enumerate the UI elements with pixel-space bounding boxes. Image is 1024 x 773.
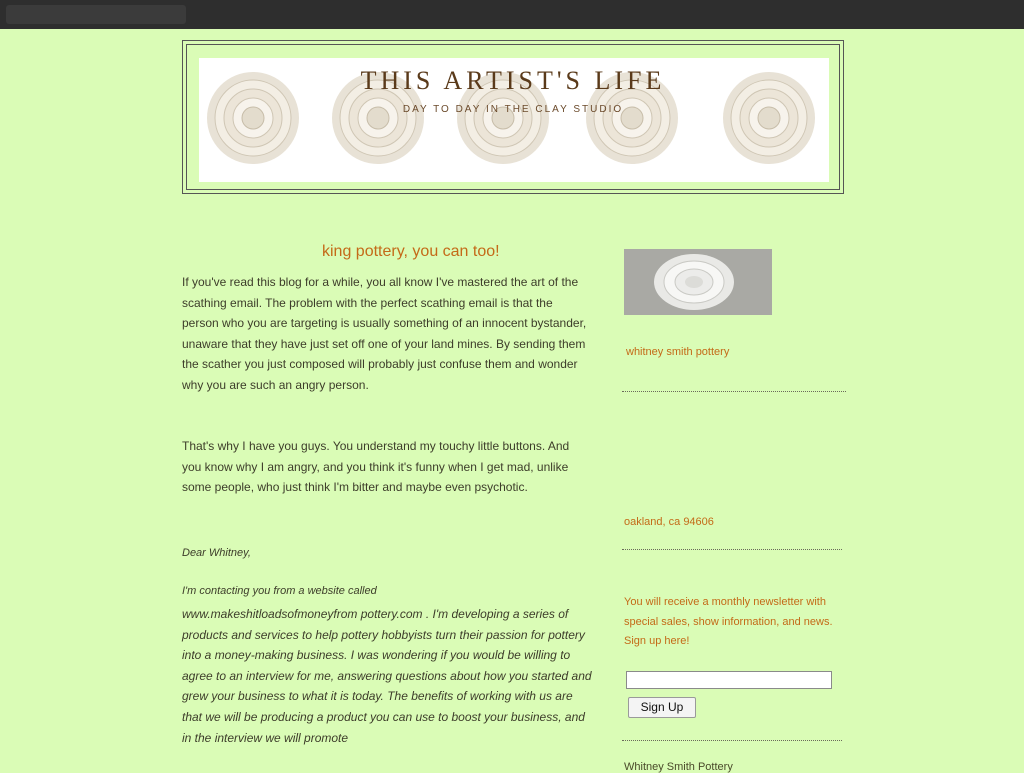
sidebar-address[interactable]: oakland, ca 94606 (624, 516, 714, 528)
signup-button[interactable]: Sign Up (628, 697, 696, 718)
toolbar-button-4[interactable] (965, 5, 1020, 24)
sidebar-link-4[interactable] (622, 428, 844, 449)
top-toolbar (0, 0, 1024, 29)
toolbar-button-1[interactable] (195, 5, 255, 24)
sidebar-name-link[interactable]: whitney smith pottery (626, 346, 729, 358)
letter-intro: I'm contacting you from a website called (182, 585, 377, 597)
sidebar-link-7[interactable] (622, 491, 844, 512)
newsletter-email-field[interactable] (626, 671, 832, 689)
sidebar-profile-image[interactable] (624, 249, 772, 315)
post-paragraph-1: If you've read this blog for a while, yo… (182, 275, 587, 392)
sidebar-links (622, 365, 844, 512)
letter-salutation: Dear Whitney, (182, 547, 251, 559)
post-paragraph-2: That's why I have you guys. You understa… (182, 439, 570, 495)
toolbar-button-3[interactable] (880, 5, 960, 24)
sidebar-link-3[interactable] (622, 407, 844, 428)
blog-title[interactable]: THIS ARTIST'S LIFE (200, 66, 826, 96)
sidebar-link-1[interactable] (622, 365, 844, 386)
letter-body: www.makeshitloadsofmoneyfrom pottery.com… (182, 607, 592, 745)
sidebar-link-5[interactable] (622, 449, 844, 470)
address-field[interactable] (6, 5, 186, 24)
rose-sculpture-image (624, 249, 772, 315)
divider-2 (622, 549, 842, 550)
sidebar-link-6[interactable] (622, 470, 844, 491)
sidebar-link-2[interactable] (622, 386, 844, 407)
toolbar-button-2[interactable] (262, 5, 322, 24)
newsletter-text: You will receive a monthly newsletter wi… (624, 596, 833, 647)
divider-3 (622, 740, 842, 741)
blog-subtitle: DAY TO DAY IN THE CLAY STUDIO (402, 104, 624, 115)
sidebar-footer-link[interactable]: Whitney Smith Pottery (624, 761, 733, 773)
